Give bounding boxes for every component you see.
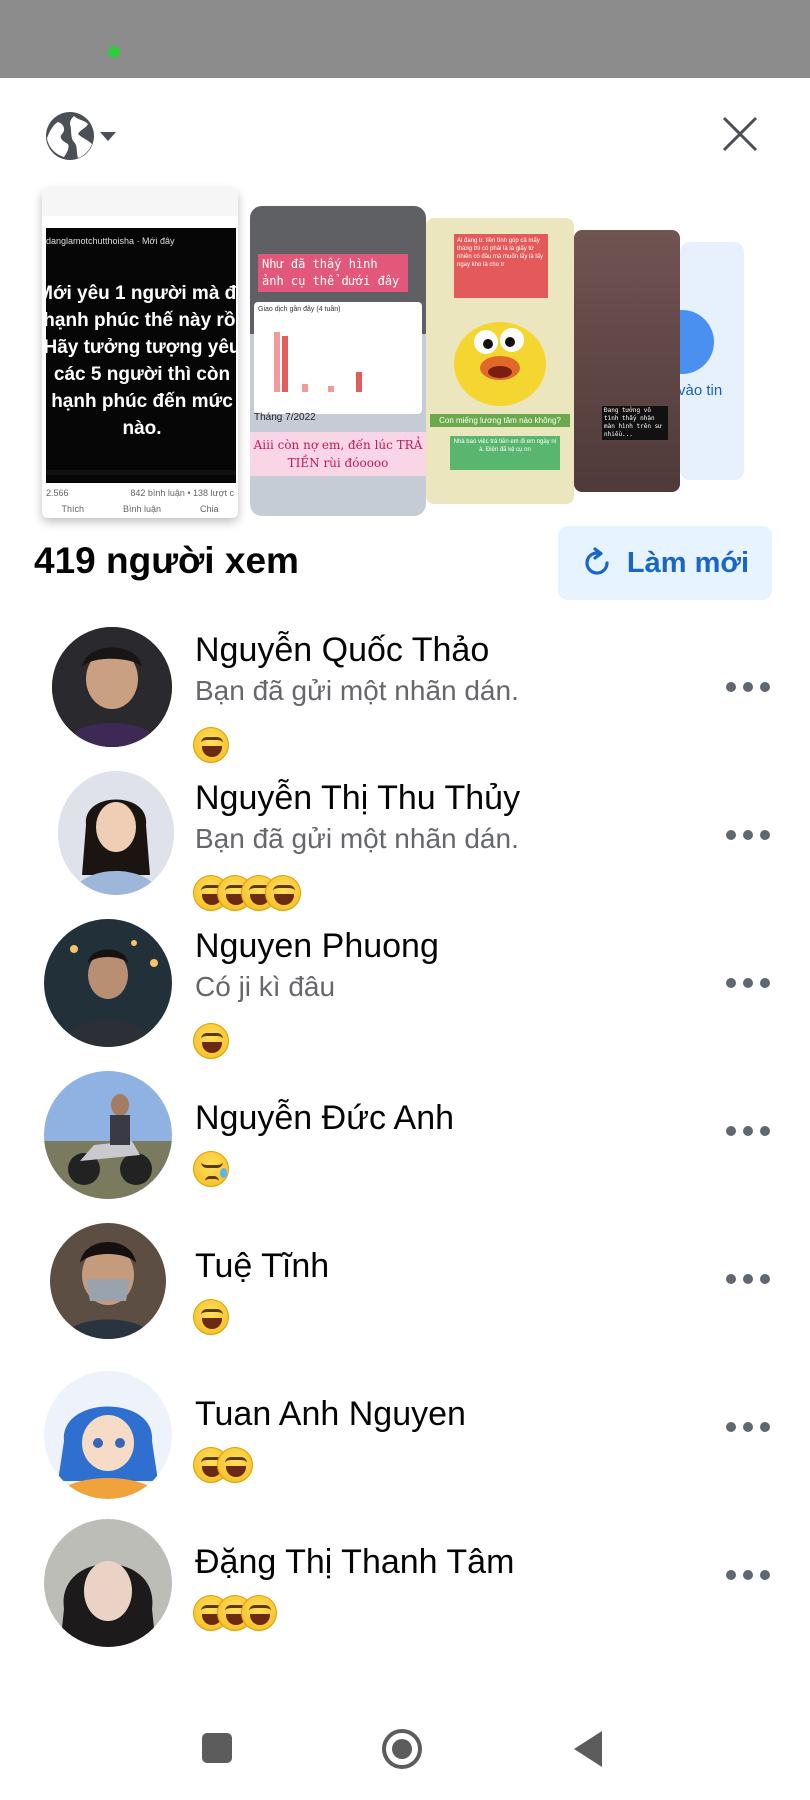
story-post-reactions: 2.566 bbox=[46, 488, 69, 498]
story-bottom-text: Nhà bao việc trả tiền em đi em ngày ní á… bbox=[450, 436, 560, 470]
viewer-reply: Bạn đã gửi một nhãn dán. bbox=[195, 823, 519, 854]
viewer-name: Nguyễn Thị Thu Thủy bbox=[195, 779, 521, 817]
viewer-row[interactable]: Nguyễn Thị Thu Thủy Bạn đã gửi một nhãn … bbox=[0, 761, 810, 911]
duck-sticker-icon bbox=[454, 322, 546, 406]
story-post-comment: Bình luận bbox=[122, 504, 161, 514]
privacy-button[interactable] bbox=[44, 108, 124, 164]
square-icon[interactable] bbox=[202, 1733, 232, 1763]
add-to-story-card[interactable]: vào tin bbox=[680, 242, 744, 480]
system-navigation-bar bbox=[0, 1703, 810, 1800]
close-icon[interactable] bbox=[718, 112, 762, 156]
story-month: Tháng 7/2022 bbox=[254, 412, 316, 423]
circle-icon[interactable] bbox=[382, 1729, 422, 1769]
avatar[interactable] bbox=[50, 1223, 166, 1339]
more-options-button[interactable] bbox=[726, 825, 770, 845]
viewer-list: Nguyễn Quốc Thảo Bạn đã gửi một nhãn dán… bbox=[0, 613, 810, 1703]
story-post-user: danglamotchutthoisha · Mới đây bbox=[46, 236, 175, 246]
story-post-text: Mới yêu 1 người mà đã hạnh phúc thế này … bbox=[42, 283, 238, 439]
more-options-button[interactable] bbox=[726, 1269, 770, 1289]
viewer-row[interactable]: Nguyen Phuong Có ji kì đâu bbox=[0, 909, 810, 1059]
story-post-like: Thích bbox=[61, 504, 84, 514]
globe-icon bbox=[46, 112, 94, 160]
story-bottom-text: Aiii còn nợ em, đến lúc TRẢ TIỀN rùi đóo… bbox=[250, 432, 426, 476]
plus-icon bbox=[680, 310, 714, 374]
refresh-button[interactable]: Làm mới bbox=[558, 526, 772, 600]
caret-down-icon bbox=[100, 131, 116, 141]
story-thumbnail[interactable]: Ai đang tr. tiền tình góp cả mấy tháng t… bbox=[426, 218, 574, 504]
add-to-story-label: vào tin bbox=[680, 382, 723, 399]
story-post-comments: 842 bình luận • 138 lượt c bbox=[130, 488, 234, 498]
story-caption: Như đã thấy hình ảnh cụ thể dưới đây bbox=[258, 254, 408, 292]
reaction-row bbox=[193, 1023, 229, 1059]
avatar[interactable] bbox=[44, 919, 172, 1047]
reaction-row bbox=[193, 1595, 277, 1631]
status-bar bbox=[0, 0, 810, 78]
avatar[interactable] bbox=[58, 771, 174, 895]
viewer-row[interactable]: Tuan Anh Nguyen bbox=[0, 1353, 810, 1501]
back-triangle-icon[interactable] bbox=[574, 1731, 602, 1767]
viewer-count: 419 người xem bbox=[34, 540, 299, 581]
story-post-image: danglamotchutthoisha · Mới đây Mới yêu 1… bbox=[42, 228, 238, 483]
story-text: Đang tưởng vô tình thấy nhận màn hình tr… bbox=[602, 406, 668, 440]
sad-emoji-icon bbox=[193, 1151, 229, 1187]
reaction-row bbox=[193, 1151, 229, 1187]
reaction-row bbox=[193, 1299, 229, 1335]
more-options-button[interactable] bbox=[726, 1565, 770, 1585]
avatar[interactable] bbox=[52, 627, 172, 747]
viewer-name: Đặng Thị Thanh Tâm bbox=[195, 1543, 515, 1581]
viewer-reply: Bạn đã gửi một nhãn dán. bbox=[195, 675, 519, 706]
camera-dot-icon bbox=[108, 46, 120, 58]
story-bars-graphic bbox=[274, 332, 362, 392]
more-options-button[interactable] bbox=[726, 1417, 770, 1437]
reaction-row bbox=[193, 1447, 253, 1483]
story-card-title: Giao dịch gần đây (4 tuần) bbox=[258, 306, 341, 313]
story-thumbnail[interactable]: danglamotchutthoisha · Mới đây Mới yêu 1… bbox=[42, 188, 238, 518]
viewer-name: Tuệ Tĩnh bbox=[195, 1247, 330, 1285]
laughing-emoji-icon bbox=[193, 727, 229, 763]
avatar[interactable] bbox=[44, 1371, 172, 1499]
laughing-emoji-icon bbox=[193, 1023, 229, 1059]
viewer-reply: Có ji kì đâu bbox=[195, 971, 336, 1002]
viewer-name: Tuan Anh Nguyen bbox=[195, 1395, 466, 1433]
laughing-emoji-icon bbox=[265, 875, 301, 911]
selected-story-indicator bbox=[46, 470, 236, 475]
viewer-row[interactable]: Tuệ Tĩnh bbox=[0, 1205, 810, 1353]
laughing-emoji-icon bbox=[241, 1595, 277, 1631]
story-post-share: Chia bbox=[199, 504, 219, 514]
more-options-button[interactable] bbox=[726, 973, 770, 993]
viewer-name: Nguyễn Đức Anh bbox=[195, 1099, 455, 1137]
story-thumbnail[interactable]: Như đã thấy hình ảnh cụ thể dưới đây Gia… bbox=[250, 206, 426, 516]
avatar[interactable] bbox=[44, 1071, 172, 1199]
reaction-row bbox=[193, 727, 229, 763]
story-chart-card: Giao dịch gần đây (4 tuần) bbox=[254, 302, 422, 414]
refresh-icon bbox=[585, 547, 609, 575]
story-question: Con miếng lương tâm nào không? bbox=[430, 414, 570, 427]
more-options-button[interactable] bbox=[726, 1121, 770, 1141]
avatar[interactable] bbox=[44, 1519, 172, 1647]
more-options-button[interactable] bbox=[726, 677, 770, 697]
viewer-name: Nguyen Phuong bbox=[195, 927, 439, 965]
story-thumbnail[interactable]: Đang tưởng vô tình thấy nhận màn hình tr… bbox=[574, 230, 680, 492]
story-top-text: Ai đang tr. tiền tình góp cả mấy tháng t… bbox=[454, 234, 548, 298]
laughing-emoji-icon bbox=[217, 1447, 253, 1483]
refresh-label: Làm mới bbox=[626, 546, 750, 579]
reaction-row bbox=[193, 875, 301, 911]
viewer-row[interactable]: Đặng Thị Thanh Tâm bbox=[0, 1501, 810, 1649]
viewer-name: Nguyễn Quốc Thảo bbox=[195, 631, 490, 669]
viewer-row[interactable]: Nguyễn Đức Anh bbox=[0, 1057, 810, 1205]
laughing-emoji-icon bbox=[193, 1299, 229, 1335]
viewer-row[interactable]: Nguyễn Quốc Thảo Bạn đã gửi một nhãn dán… bbox=[0, 613, 810, 763]
